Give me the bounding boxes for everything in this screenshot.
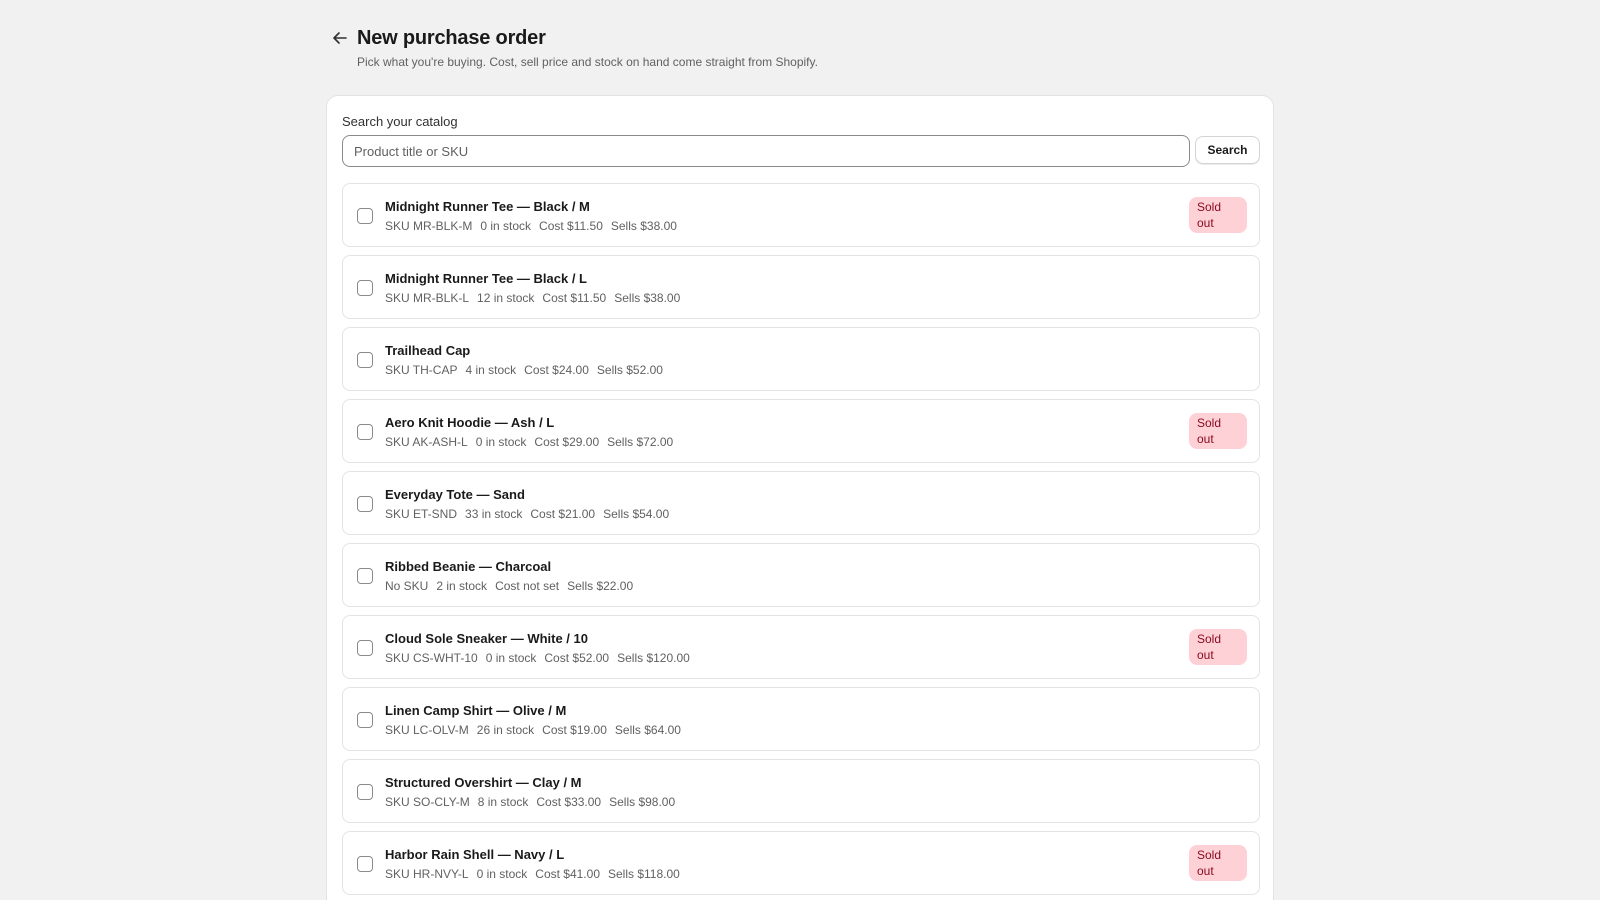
product-sku: SKU CS-WHT-10 [385, 651, 478, 665]
sold-out-badge: Sold out [1189, 629, 1247, 665]
product-list: Midnight Runner Tee — Black / M SKU MR-BL… [342, 183, 1260, 900]
search-input[interactable] [342, 135, 1190, 167]
product-sell-price: Sells $38.00 [614, 291, 681, 305]
product-title: Aero Knit Hoodie — Ash / L [385, 415, 555, 430]
product-sell-price: Sells $38.00 [610, 219, 677, 233]
product-sell-price: Sells $98.00 [609, 795, 676, 809]
product-row[interactable]: Trailhead Cap SKU TH-CAP 4 in stock Cost $2… [342, 327, 1260, 391]
product-stock: 12 in stock [477, 291, 535, 305]
product-sku: SKU AK-ASH-L [385, 435, 468, 449]
product-cost: Cost $33.00 [536, 795, 602, 809]
product-sku: SKU LC-OLV-M [385, 723, 469, 737]
product-row[interactable]: Harbor Rain Shell — Navy / L SKU HR-NVY-L… [342, 831, 1260, 895]
product-cost: Cost not set [495, 579, 560, 593]
product-cost: Cost $11.50 [539, 219, 603, 233]
product-sell-price: Sells $54.00 [603, 507, 670, 521]
product-stock: 33 in stock [465, 507, 523, 521]
back-button[interactable] [328, 26, 352, 50]
product-meta: SKU ET-SND 33 in stock Cost $21.00 Sells $5… [385, 506, 677, 522]
product-stock: 8 in stock [477, 795, 529, 809]
product-title: Cloud Sole Sneaker — White / 10 [385, 631, 588, 646]
product-stock: 4 in stock [465, 363, 517, 377]
product-stock: 0 in stock [480, 219, 532, 233]
product-title: Midnight Runner Tee — Black / M [385, 199, 590, 214]
product-cost: Cost $19.00 [542, 723, 607, 737]
product-title: Ribbed Beanie — Charcoal [385, 559, 552, 574]
product-sku: SKU SO-CLY-M [385, 795, 470, 809]
product-meta: SKU HR-NVY-L 0 in stock Cost $41.00 Sells $… [385, 866, 688, 882]
product-row[interactable]: Ribbed Beanie — Charcoal No SKU 2 in stock… [342, 543, 1260, 607]
product-row[interactable]: Cloud Sole Sneaker — White / 10 SKU CS-WH… [342, 615, 1260, 679]
product-meta: SKU SO-CLY-M 8 in stock Cost $33.00 Sells $… [385, 794, 683, 810]
product-meta: SKU TH-CAP 4 in stock Cost $24.00 Sells $52… [385, 362, 671, 378]
product-sku: SKU MR-BLK-M [385, 219, 473, 233]
product-sku: SKU MR-BLK-L [385, 291, 470, 305]
product-checkbox[interactable] [357, 208, 373, 224]
product-checkbox[interactable] [357, 712, 373, 728]
product-sku: SKU ET-SND [385, 507, 458, 521]
product-sell-price: Sells $64.00 [614, 723, 681, 737]
sold-out-badge: Sold out [1189, 197, 1247, 233]
arrow-left-icon [333, 32, 347, 44]
product-title: Harbor Rain Shell — Navy / L [385, 847, 565, 862]
product-meta: SKU MR-BLK-M 0 in stock Cost $11.50 Sells $… [385, 218, 685, 234]
product-meta: No SKU 2 in stock Cost not set Sells $22.00 [385, 578, 641, 594]
product-cost: Cost $52.00 [544, 651, 610, 665]
product-row[interactable]: Linen Camp Shirt — Olive / M SKU LC-OLV-M… [342, 687, 1260, 751]
product-sku: No SKU [385, 579, 429, 593]
product-sell-price: Sells $118.00 [608, 867, 680, 881]
product-checkbox[interactable] [357, 352, 373, 368]
product-checkbox[interactable] [357, 496, 373, 512]
product-stock: 26 in stock [476, 723, 535, 737]
product-title: Linen Camp Shirt — Olive / M [385, 703, 567, 718]
product-checkbox[interactable] [357, 280, 373, 296]
product-row[interactable]: Aero Knit Hoodie — Ash / L SKU AK-ASH-L 0 … [342, 399, 1260, 463]
product-stock: 0 in stock [485, 651, 537, 665]
product-cost: Cost $41.00 [535, 867, 600, 881]
product-title: Everyday Tote — Sand [385, 487, 525, 502]
page-subtitle: Pick what you're buying. Cost, sell pric… [357, 55, 818, 69]
product-meta: SKU AK-ASH-L 0 in stock Cost $29.00 Sells $… [385, 434, 681, 450]
product-sku: SKU HR-NVY-L [385, 867, 469, 881]
product-title: Structured Overshirt — Clay / M [385, 775, 582, 790]
product-sku: SKU TH-CAP [385, 363, 458, 377]
product-stock: 2 in stock [436, 579, 488, 593]
search-button[interactable]: Search [1195, 136, 1260, 164]
product-cost: Cost $29.00 [534, 435, 600, 449]
product-sell-price: Sells $72.00 [607, 435, 674, 449]
catalog-card: Search your catalog Search Midnight Runn… [326, 95, 1274, 900]
product-checkbox[interactable] [357, 568, 373, 584]
sold-out-badge: Sold out [1189, 845, 1247, 881]
product-title: Midnight Runner Tee — Black / L [385, 271, 587, 286]
page: New purchase order Pick what you're buyi… [0, 0, 1600, 900]
product-meta: SKU MR-BLK-L 12 in stock Cost $11.50 Sells … [385, 290, 688, 306]
product-meta: SKU CS-WHT-10 0 in stock Cost $52.00 Sells … [385, 650, 698, 666]
product-row[interactable]: Midnight Runner Tee — Black / M SKU MR-BL… [342, 183, 1260, 247]
product-stock: 0 in stock [475, 435, 527, 449]
product-sell-price: Sells $120.00 [617, 651, 690, 665]
product-stock: 0 in stock [476, 867, 528, 881]
product-row[interactable]: Everyday Tote — Sand SKU ET-SND 33 in stoc… [342, 471, 1260, 535]
product-checkbox[interactable] [357, 424, 373, 440]
product-cost: Cost $21.00 [530, 507, 596, 521]
product-checkbox[interactable] [357, 640, 373, 656]
product-title: Trailhead Cap [385, 343, 471, 358]
product-checkbox[interactable] [357, 856, 373, 872]
product-checkbox[interactable] [357, 784, 373, 800]
product-row[interactable]: Midnight Runner Tee — Black / L SKU MR-BL… [342, 255, 1260, 319]
product-cost: Cost $11.50 [542, 291, 607, 305]
search-label: Search your catalog [342, 114, 458, 129]
product-meta: SKU LC-OLV-M 26 in stock Cost $19.00 Sells … [385, 722, 689, 738]
product-cost: Cost $24.00 [524, 363, 589, 377]
product-sell-price: Sells $22.00 [567, 579, 634, 593]
product-row[interactable]: Structured Overshirt — Clay / M SKU SO-CL… [342, 759, 1260, 823]
sold-out-badge: Sold out [1189, 413, 1247, 449]
page-title: New purchase order [357, 27, 546, 49]
product-sell-price: Sells $52.00 [596, 363, 663, 377]
